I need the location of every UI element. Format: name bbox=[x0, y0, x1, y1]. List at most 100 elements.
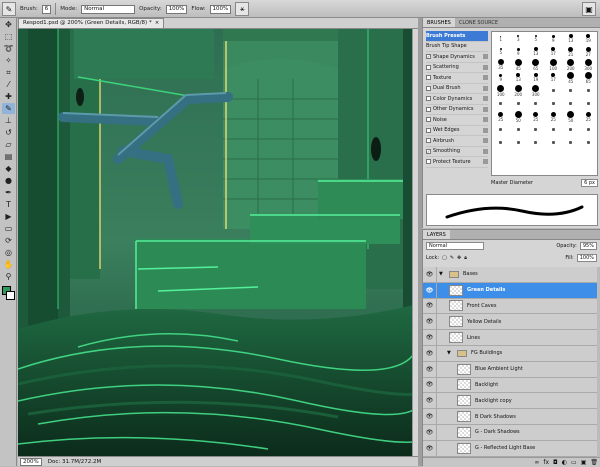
brush-preset[interactable]: 3 bbox=[510, 32, 528, 45]
brush-preset[interactable]: 100 bbox=[545, 58, 563, 71]
lasso-tool-icon[interactable]: ➰ bbox=[2, 43, 15, 54]
brush-preset[interactable] bbox=[580, 84, 598, 97]
opacity-field[interactable]: 100% bbox=[166, 5, 188, 14]
lock-transparency-icon[interactable]: ▢ bbox=[442, 255, 447, 261]
brush-preset[interactable]: 25 bbox=[492, 110, 510, 123]
checkbox[interactable] bbox=[426, 86, 431, 91]
visibility-eye-icon[interactable]: 👁︎ bbox=[423, 314, 437, 329]
brush-preset[interactable] bbox=[562, 136, 580, 149]
brush-setting-airbrush[interactable]: Airbrush bbox=[426, 136, 488, 147]
brush-preset[interactable] bbox=[510, 123, 528, 136]
lock-icon[interactable] bbox=[483, 96, 488, 101]
layer-opacity-field[interactable]: 95% bbox=[580, 242, 597, 250]
brush-preset[interactable]: 25 bbox=[545, 110, 563, 123]
brush-preset[interactable] bbox=[527, 97, 545, 110]
healing-brush-icon[interactable]: ✚ bbox=[2, 91, 15, 102]
clone-stamp-icon[interactable]: ⊥ bbox=[2, 115, 15, 126]
mode-select[interactable]: Normal bbox=[81, 5, 135, 14]
layer-row[interactable]: 👁︎Backlight bbox=[423, 378, 597, 394]
brush-preset[interactable] bbox=[580, 97, 598, 110]
lock-all-icon[interactable]: 🔒︎ bbox=[464, 255, 467, 261]
brush-preset[interactable] bbox=[562, 97, 580, 110]
expand-arrow-icon[interactable]: ▼ bbox=[447, 350, 453, 356]
brush-preset[interactable]: 5 bbox=[527, 32, 545, 45]
brush-preset[interactable]: 25 bbox=[527, 110, 545, 123]
brush-preset[interactable] bbox=[580, 136, 598, 149]
lock-icon[interactable] bbox=[483, 86, 488, 91]
checkbox[interactable] bbox=[426, 117, 431, 122]
brush-setting-brush-tip-shape[interactable]: Brush Tip Shape bbox=[426, 42, 488, 53]
lock-icon[interactable] bbox=[483, 117, 488, 122]
delete-layer-icon[interactable]: 🗑︎ bbox=[590, 459, 598, 466]
lock-icon[interactable] bbox=[483, 149, 488, 154]
gradient-tool-icon[interactable]: ▤ bbox=[2, 151, 15, 162]
expand-arrow-icon[interactable]: ▼ bbox=[439, 271, 445, 277]
checkbox[interactable] bbox=[426, 107, 431, 112]
checkbox[interactable]: ✓ bbox=[426, 54, 431, 59]
brush-setting-texture[interactable]: Texture bbox=[426, 73, 488, 84]
brush-preset[interactable]: 13 bbox=[527, 45, 545, 58]
brush-preset[interactable]: 13 bbox=[562, 32, 580, 45]
brush-setting-wet-edges[interactable]: Wet Edges bbox=[426, 126, 488, 137]
lock-icon[interactable] bbox=[483, 75, 488, 80]
layer-style-icon[interactable]: fx bbox=[543, 459, 549, 466]
brush-preset[interactable]: 9 bbox=[492, 71, 510, 84]
flow-field[interactable]: 100% bbox=[210, 5, 232, 14]
brush-preset[interactable]: 200 bbox=[562, 58, 580, 71]
crop-tool-icon[interactable]: ⌗ bbox=[2, 67, 15, 78]
brush-preset[interactable]: 17 bbox=[545, 71, 563, 84]
brush-preset[interactable]: 19 bbox=[527, 71, 545, 84]
zoom-field[interactable]: 200% bbox=[20, 458, 42, 466]
brush-preset[interactable] bbox=[510, 136, 528, 149]
type-tool-icon[interactable]: T bbox=[2, 199, 15, 210]
lock-icon[interactable] bbox=[483, 65, 488, 70]
brush-preset[interactable] bbox=[545, 123, 563, 136]
layer-row[interactable]: 👁︎Backlight copy bbox=[423, 393, 597, 409]
checkbox[interactable]: ✓ bbox=[426, 149, 431, 154]
lock-pixels-icon[interactable]: ✎ bbox=[450, 255, 454, 261]
eyedropper-icon[interactable]: ⁄ bbox=[2, 79, 15, 90]
brush-setting-scattering[interactable]: Scattering bbox=[426, 63, 488, 74]
layer-group-row[interactable]: 👁︎▼FG Buildings bbox=[423, 346, 597, 362]
add-mask-icon[interactable]: ◘ bbox=[553, 459, 558, 466]
brush-setting-shape-dynamics[interactable]: ✓Shape Dynamics bbox=[426, 52, 488, 63]
brush-preset[interactable]: 50 bbox=[562, 110, 580, 123]
tab-brushes[interactable]: BRUSHES bbox=[423, 18, 455, 27]
new-group-icon[interactable]: ▭ bbox=[571, 459, 577, 466]
lock-icon[interactable] bbox=[483, 128, 488, 133]
brush-preset[interactable]: 5 bbox=[492, 45, 510, 58]
move-tool-icon[interactable]: ✥ bbox=[2, 19, 15, 30]
lock-position-icon[interactable]: ✥ bbox=[457, 255, 461, 261]
layer-row[interactable]: 👁︎G - Dark Shadows bbox=[423, 425, 597, 441]
blur-tool-icon[interactable]: ◆ bbox=[2, 163, 15, 174]
link-layers-icon[interactable]: ∞ bbox=[534, 459, 539, 466]
brush-preset[interactable] bbox=[492, 136, 510, 149]
brush-preset[interactable]: 21 bbox=[562, 45, 580, 58]
visibility-eye-icon[interactable]: 👁︎ bbox=[423, 330, 437, 345]
brush-preset[interactable]: 25 bbox=[580, 110, 598, 123]
lock-icon[interactable] bbox=[483, 159, 488, 164]
brush-preset[interactable] bbox=[545, 136, 563, 149]
brush-setting-color-dynamics[interactable]: Color Dynamics bbox=[426, 94, 488, 105]
tab-layers[interactable]: LAYERS bbox=[423, 230, 450, 239]
panel-toggle-icon[interactable]: ▣ bbox=[582, 2, 596, 16]
layer-row[interactable]: 👁︎Lines bbox=[423, 330, 597, 346]
3d-orbit-icon[interactable]: ◎ bbox=[2, 247, 15, 258]
brush-preset[interactable]: 27 bbox=[580, 45, 598, 58]
brush-preset[interactable]: 9 bbox=[545, 32, 563, 45]
layer-row[interactable]: 👁︎B Dark Shadows bbox=[423, 409, 597, 425]
layer-row[interactable]: 👁︎Green Details bbox=[423, 283, 597, 299]
brush-preset[interactable]: 13 bbox=[510, 71, 528, 84]
fill-field[interactable]: 100% bbox=[577, 254, 597, 262]
brush-preset[interactable]: 65 bbox=[527, 58, 545, 71]
brush-preset[interactable]: 17 bbox=[545, 45, 563, 58]
hand-tool-icon[interactable]: ✋ bbox=[2, 259, 15, 270]
history-brush-icon[interactable]: ↺ bbox=[2, 127, 15, 138]
path-selection-icon[interactable]: ▶ bbox=[2, 211, 15, 222]
checkbox[interactable] bbox=[426, 128, 431, 133]
brush-preset[interactable]: 300 bbox=[527, 84, 545, 97]
brush-preset[interactable] bbox=[545, 97, 563, 110]
brush-setting-smoothing[interactable]: ✓Smoothing bbox=[426, 147, 488, 158]
zoom-tool-icon[interactable]: ⚲ bbox=[2, 271, 15, 282]
checkbox[interactable] bbox=[426, 96, 431, 101]
